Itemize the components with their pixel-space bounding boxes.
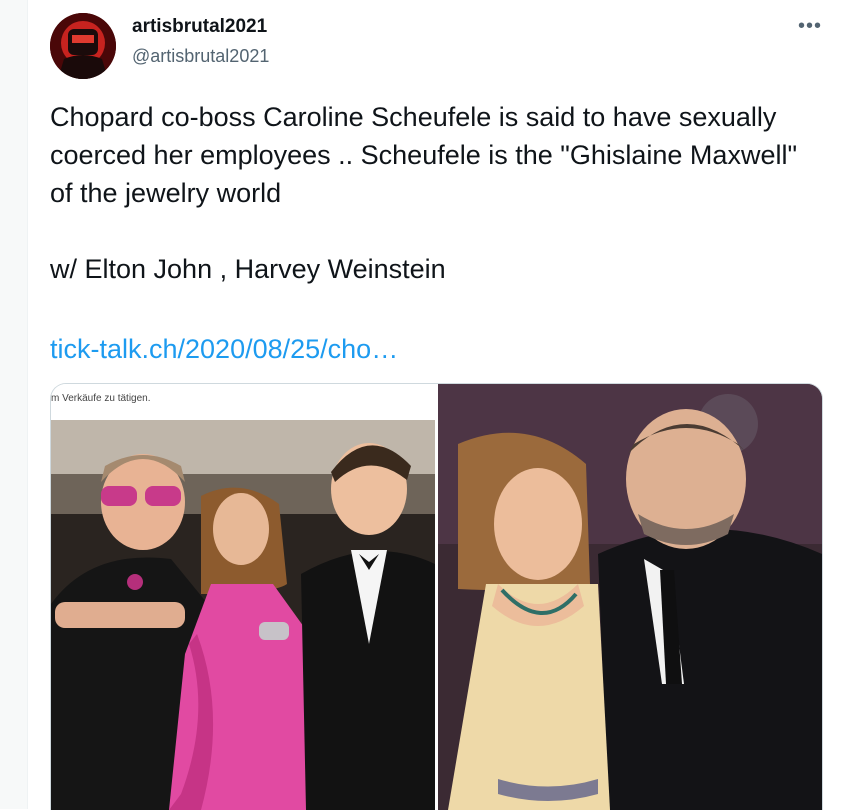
tweet-link[interactable]: tick-talk.ch/2020/08/25/cho… xyxy=(50,330,398,368)
more-horizontal-icon: ••• xyxy=(797,15,822,37)
event-photo-illustration xyxy=(438,384,822,810)
photo-weinstein-scheufele[interactable] xyxy=(438,384,822,810)
masked-figure-avatar-icon xyxy=(50,13,116,79)
tweet-media[interactable]: m Verkäufe zu tätigen. xyxy=(50,383,823,810)
photo-elton-scheufele-furnish[interactable]: m Verkäufe zu tätigen. xyxy=(51,384,435,810)
party-photo-illustration xyxy=(51,420,435,810)
more-options-button[interactable]: ••• xyxy=(794,16,826,36)
author-handle[interactable]: @artisbrutal2021 xyxy=(132,46,269,67)
author-avatar[interactable] xyxy=(50,13,116,79)
timeline-divider xyxy=(27,0,28,809)
tweet-text: Chopard co-boss Caroline Scheufele is sa… xyxy=(50,102,798,284)
author-name[interactable]: artisbrutal2021 xyxy=(132,16,267,38)
left-column-edge xyxy=(0,0,27,809)
